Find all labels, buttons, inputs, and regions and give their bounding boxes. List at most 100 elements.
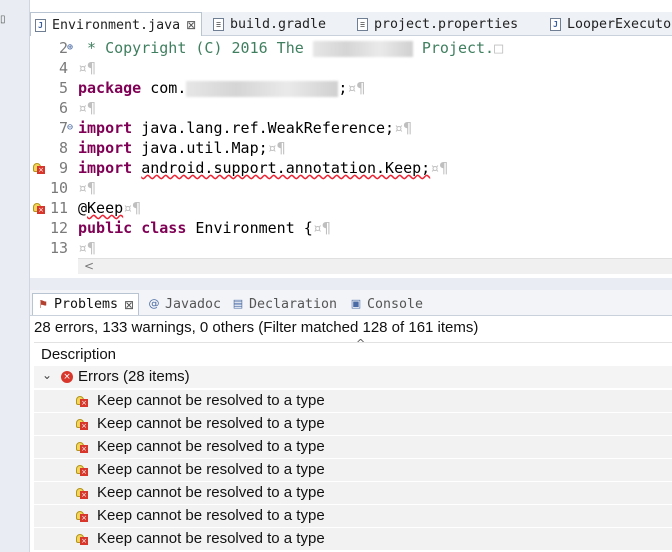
error-quickfix-marker-icon[interactable]: ×: [33, 203, 45, 214]
problem-row[interactable]: × Keep cannot be resolved to a type: [34, 458, 672, 481]
redacted-text: [312, 40, 413, 57]
line-number: 10: [49, 179, 68, 197]
whitespace-marker: ¤¶: [267, 139, 286, 157]
code-line[interactable]: 8 import java.util.Map;¤¶: [30, 138, 672, 158]
close-tab-icon[interactable]: ⊠: [124, 298, 134, 312]
tab-label: project.properties: [374, 16, 519, 32]
error-quickfix-marker-icon[interactable]: ×: [33, 163, 45, 174]
whitespace-marker: ¤¶: [430, 159, 449, 177]
problem-row[interactable]: × Keep cannot be resolved to a type: [34, 504, 672, 527]
chevron-down-icon[interactable]: ⌄: [42, 368, 52, 382]
code-token: * Copyright (C) 2016 The: [78, 39, 313, 57]
code-line[interactable]: 4 ¤¶: [30, 58, 672, 78]
whitespace-marker: □: [494, 39, 504, 57]
collapsed-view-icon[interactable]: ▯: [0, 14, 6, 26]
error-quickfix-marker-icon: ×: [76, 442, 88, 453]
code-text: import java.lang.ref.WeakReference;¤¶: [78, 118, 412, 138]
problem-description: Keep cannot be resolved to a type: [97, 530, 325, 547]
whitespace-marker: ¤¶: [347, 79, 366, 97]
error-quickfix-marker-icon: ×: [76, 534, 88, 545]
problem-description: Keep cannot be resolved to a type: [97, 438, 325, 455]
tab-label: Javadoc: [165, 296, 222, 312]
whitespace-marker: ¤¶: [78, 99, 97, 117]
tab-project-properties[interactable]: project.properties: [354, 12, 530, 36]
view-splitter[interactable]: [30, 278, 672, 290]
error-quickfix-marker-icon: ×: [76, 396, 88, 407]
keyword-token: class: [141, 219, 187, 237]
problems-icon: ⚑: [38, 297, 48, 311]
whitespace-marker: ¤¶: [312, 219, 331, 237]
code-line[interactable]: 10 ¤¶: [30, 178, 672, 198]
error-token: android.support.annotation.Keep;: [141, 159, 431, 177]
close-tab-icon[interactable]: ⊠: [186, 18, 196, 32]
errors-group-row[interactable]: ⌄ × Errors (28 items): [34, 366, 672, 388]
column-header-description[interactable]: Description: [41, 346, 116, 363]
tab-javadoc[interactable]: @ Javadoc: [148, 294, 222, 314]
tab-label: Problems: [54, 297, 119, 312]
problem-row[interactable]: × Keep cannot be resolved to a type: [34, 527, 672, 550]
code-text: public class Environment {¤¶: [78, 218, 331, 238]
problem-description: Keep cannot be resolved to a type: [97, 484, 325, 501]
tab-problems[interactable]: ⚑ Problems ⊠: [32, 293, 140, 315]
tab-console[interactable]: ▣ Console: [350, 294, 423, 314]
left-workbench-strip: ▯: [0, 0, 30, 552]
code-line[interactable]: 13 ¤¶: [30, 238, 672, 258]
line-number: 12: [49, 219, 68, 237]
code-text: ¤¶: [78, 98, 96, 118]
code-line[interactable]: 6 ¤¶: [30, 98, 672, 118]
error-icon: ×: [61, 371, 73, 383]
sort-indicator-icon: ^: [356, 337, 366, 350]
code-text: import java.util.Map;¤¶: [78, 138, 286, 158]
error-quickfix-marker-icon: ×: [76, 419, 88, 430]
problem-row[interactable]: × Keep cannot be resolved to a type: [34, 412, 672, 435]
code-editor[interactable]: 2 ⊕ * Copyright (C) 2016 The Project.□ 4 ¤¶…: [30, 36, 672, 278]
redacted-text: [186, 80, 339, 97]
keyword-token: import: [78, 139, 133, 157]
problems-view: 28 errors, 133 warnings, 0 others (Filte…: [30, 316, 672, 552]
tab-declaration[interactable]: ▤ Declaration: [232, 294, 337, 314]
keyword-token: import: [78, 159, 133, 177]
code-token: java.lang.ref.WeakReference;: [132, 119, 395, 137]
whitespace-marker: ¤¶: [394, 119, 413, 137]
tab-label: Environment.java: [52, 17, 181, 33]
properties-file-icon: [357, 17, 368, 31]
code-line[interactable]: 9 × import android.support.annotation.Keep…: [30, 158, 672, 178]
problems-table-header: ^ Description: [34, 337, 672, 364]
code-line[interactable]: 11 × @Keep¤¶: [30, 198, 672, 218]
code-token: com.: [141, 79, 187, 97]
code-line[interactable]: 5 package com. ;¤¶: [30, 78, 672, 98]
problem-description: Keep cannot be resolved to a type: [97, 461, 325, 478]
problem-row[interactable]: × Keep cannot be resolved to a type: [34, 481, 672, 504]
problem-row[interactable]: × Keep cannot be resolved to a type: [34, 435, 672, 458]
collapse-fold-icon[interactable]: ⊖: [67, 118, 73, 138]
code-token: @: [78, 199, 88, 217]
java-file-icon: [35, 18, 46, 32]
code-text: ¤¶: [78, 178, 96, 198]
problems-summary: 28 errors, 133 warnings, 0 others (Filte…: [34, 319, 479, 336]
editor-tab-bar: Environment.java ⊠ build.gradle project.…: [30, 12, 672, 37]
problem-row[interactable]: × Keep cannot be resolved to a type: [34, 389, 672, 412]
code-token: Environment {: [186, 219, 313, 237]
tab-looper-executor[interactable]: LooperExecuto: [548, 12, 672, 36]
tab-build-gradle[interactable]: build.gradle: [210, 12, 340, 36]
code-line[interactable]: 7 ⊖ import java.lang.ref.WeakReference;¤¶: [30, 118, 672, 138]
line-number: 7: [58, 119, 68, 137]
keyword-token: import: [78, 119, 133, 137]
code-line[interactable]: 12 public class Environment {¤¶: [30, 218, 672, 238]
scroll-left-icon[interactable]: <: [84, 259, 94, 273]
expand-fold-icon[interactable]: ⊕: [67, 38, 73, 58]
editor-horizontal-scrollbar[interactable]: <: [78, 258, 672, 274]
code-text: ¤¶: [78, 238, 96, 258]
whitespace-marker: ¤¶: [78, 179, 97, 197]
code-text: @Keep¤¶: [78, 198, 141, 218]
gradle-file-icon: [213, 17, 224, 31]
problem-description: Keep cannot be resolved to a type: [97, 415, 325, 432]
whitespace-marker: ¤¶: [78, 239, 97, 257]
code-text: * Copyright (C) 2016 The Project.□: [78, 38, 503, 58]
error-token: Keep: [87, 199, 124, 217]
line-number: 2: [58, 39, 68, 57]
tab-environment-java[interactable]: Environment.java ⊠: [30, 12, 202, 37]
code-line[interactable]: 2 ⊕ * Copyright (C) 2016 The Project.□: [30, 38, 672, 58]
